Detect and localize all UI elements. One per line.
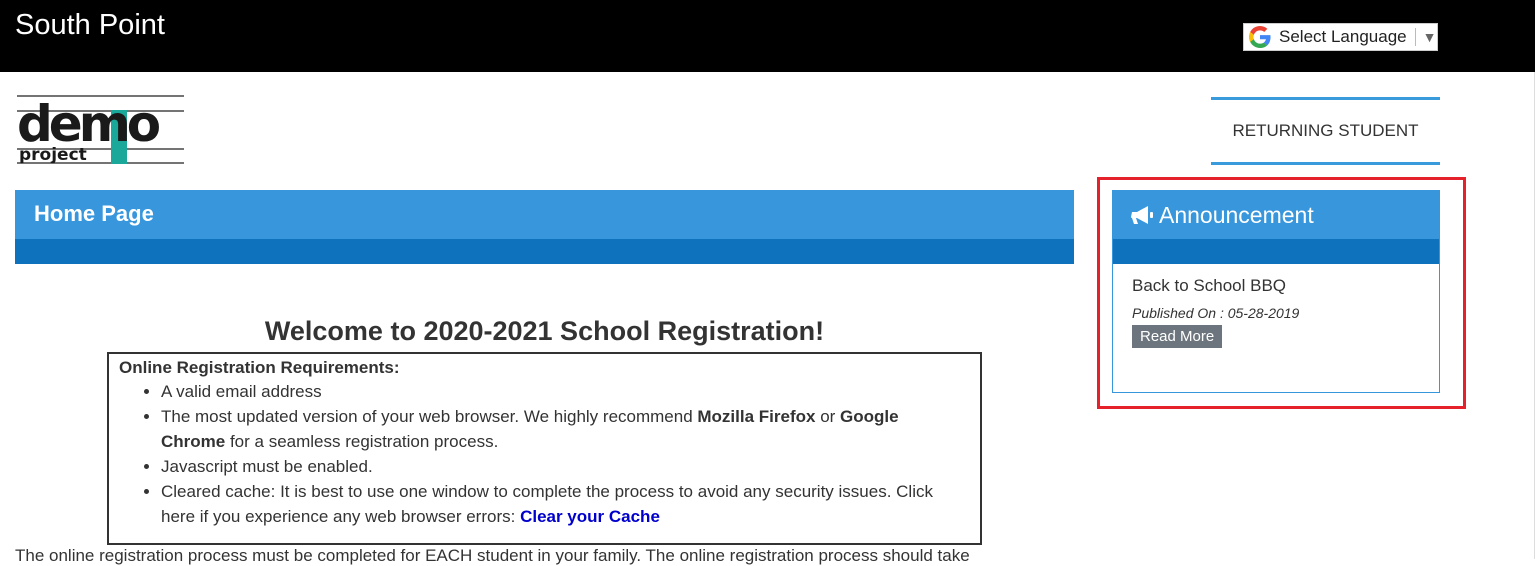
requirements-box: Online Registration Requirements: A vali… — [107, 352, 982, 545]
firefox-text: Mozilla Firefox — [697, 407, 816, 426]
requirement-email: A valid email address — [161, 382, 322, 401]
home-page-panel: Home Page — [15, 190, 1074, 264]
registration-note: The online registration process must be … — [15, 546, 970, 565]
announcement-published-date: Published On : 05-28-2019 — [1132, 305, 1300, 321]
requirement-browser-text: The most updated version of your web bro… — [161, 407, 698, 426]
logo-text-bottom: project — [19, 145, 87, 165]
read-more-button[interactable]: Read More — [1132, 325, 1223, 348]
home-page-title: Home Page — [15, 190, 1074, 239]
language-selector-label: Select Language — [1279, 27, 1407, 46]
list-item: A valid email address — [161, 379, 980, 404]
announcement-band — [1113, 239, 1439, 264]
announcement-header: Announcement — [1113, 191, 1439, 239]
announcement-item-title: Back to School BBQ — [1132, 276, 1287, 295]
announcement-panel: Announcement Back to School BBQ Publishe… — [1112, 190, 1440, 393]
returning-student-link[interactable]: RETURNING STUDENT — [1211, 97, 1440, 165]
megaphone-icon — [1131, 206, 1153, 224]
requirement-javascript: Javascript must be enabled. — [161, 457, 373, 476]
site-title: South Point — [15, 9, 165, 41]
list-item: Cleared cache: It is best to use one win… — [161, 479, 980, 529]
demo-project-logo[interactable]: demo project — [17, 94, 184, 166]
language-selector[interactable]: Select Language ▼ — [1243, 23, 1438, 51]
clear-cache-link[interactable]: Clear your Cache — [520, 507, 660, 526]
requirements-list: A valid email address The most updated v… — [119, 379, 980, 529]
announcement-title: Announcement — [1159, 201, 1314, 228]
list-item: The most updated version of your web bro… — [161, 404, 980, 454]
top-header-bar: South Point Select Language ▼ — [0, 0, 1535, 72]
announcement-body: Back to School BBQ Published On : 05-28-… — [1113, 264, 1439, 348]
home-page-band — [15, 239, 1074, 264]
requirements-title: Online Registration Requirements: — [119, 358, 400, 377]
language-selector-divider — [1414, 28, 1416, 46]
dropdown-arrow-icon: ▼ — [1422, 29, 1437, 45]
requirement-browser-text-end: for a seamless registration process. — [225, 432, 499, 451]
list-item: Javascript must be enabled. — [161, 454, 980, 479]
welcome-heading: Welcome to 2020-2021 School Registration… — [264, 316, 825, 346]
google-g-icon — [1249, 26, 1271, 48]
or-text: or — [815, 407, 841, 426]
